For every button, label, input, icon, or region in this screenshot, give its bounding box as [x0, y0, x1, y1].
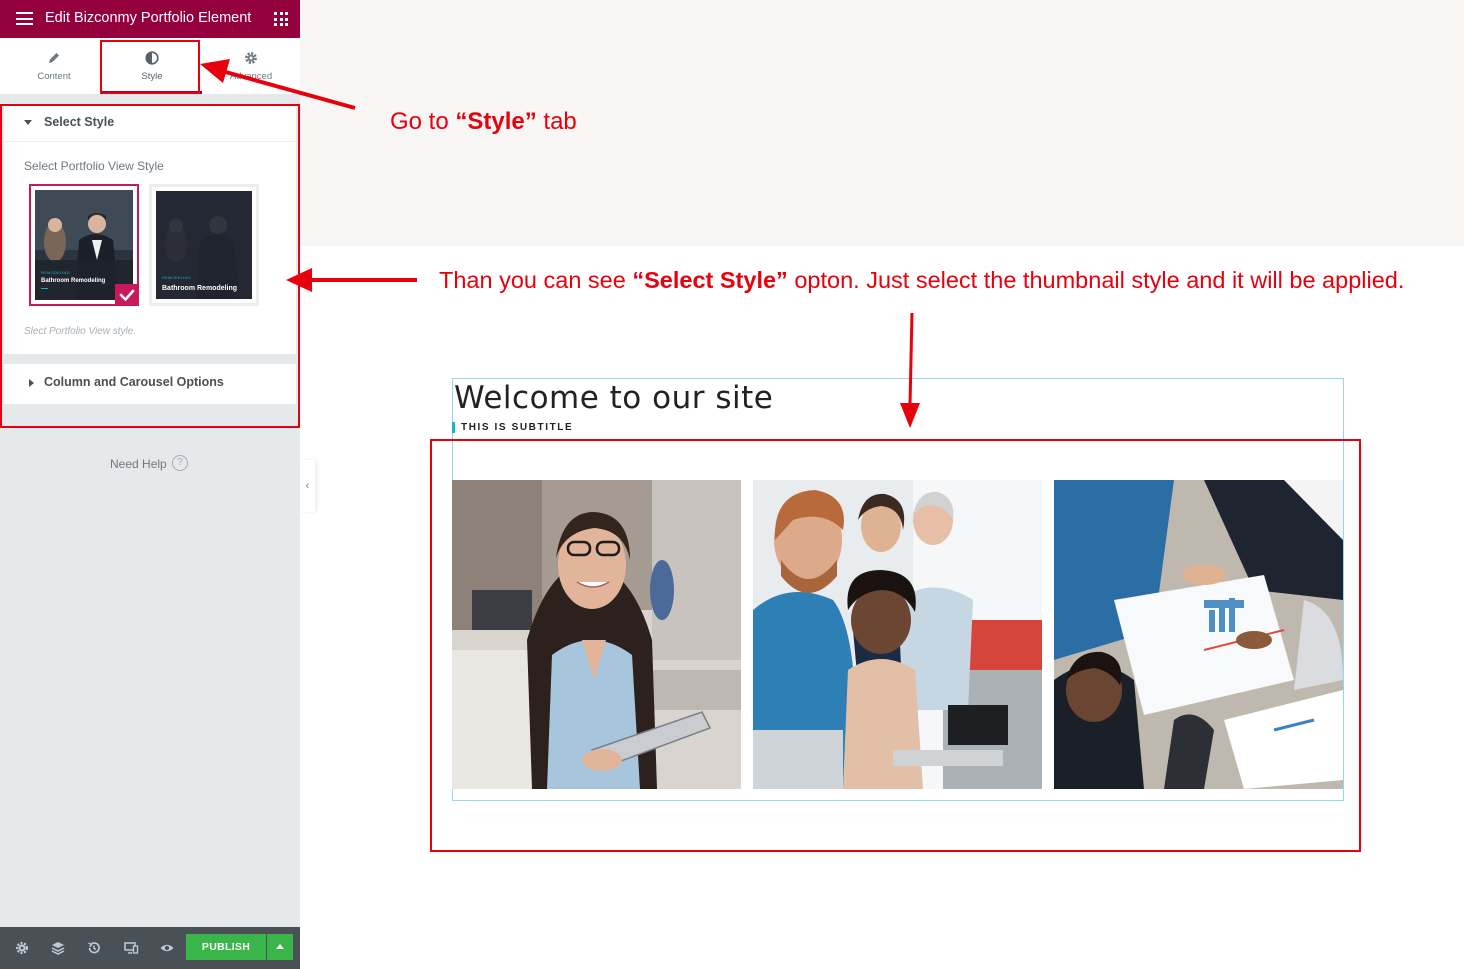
- publish-options-button[interactable]: [267, 934, 293, 960]
- panel-header: Edit Bizconmy Portfolio Element: [0, 0, 300, 38]
- widgets-grid-icon[interactable]: [274, 12, 288, 26]
- subtitle-accent-bar: [452, 422, 455, 433]
- annotation-step-1-suffix: tab: [536, 108, 577, 135]
- preview-eye-icon[interactable]: [159, 940, 175, 956]
- tab-content[interactable]: Content: [4, 38, 104, 94]
- highlight-select-style-section: [0, 104, 300, 428]
- site-title: Welcome to our site: [454, 380, 774, 416]
- layers-icon[interactable]: [50, 940, 66, 956]
- gear-icon: [245, 52, 257, 64]
- annotation-step-1-bold: “Style”: [455, 108, 537, 135]
- annotation-step-2-bold: “Select Style”: [632, 267, 788, 293]
- tab-content-label: Content: [37, 71, 71, 82]
- panel-title: Edit Bizconmy Portfolio Element: [45, 10, 252, 26]
- annotation-step-2-suffix: opton. Just select the thumbnail style a…: [787, 267, 1405, 293]
- highlight-style-tab: [100, 40, 200, 94]
- arrow-to-select-style: [286, 268, 417, 292]
- tab-advanced[interactable]: Advanced: [201, 38, 301, 94]
- annotation-step-2-prefix: Than you can see: [439, 267, 633, 293]
- pencil-icon: [49, 53, 59, 63]
- caret-up-icon: [276, 944, 284, 949]
- highlight-portfolio-preview: [430, 439, 1361, 852]
- site-subtitle: THIS IS SUBTITLE: [461, 422, 574, 433]
- need-help-link[interactable]: Need Help: [110, 457, 167, 471]
- screen: Edit Bizconmy Portfolio Element Content …: [0, 0, 1464, 969]
- question-circle-icon[interactable]: ?: [172, 455, 188, 471]
- annotation-step-1: Go to “Style” tab: [390, 108, 577, 136]
- annotation-step-2: Than you can see “Select Style” opton. J…: [439, 267, 1404, 294]
- responsive-icon[interactable]: [123, 940, 139, 956]
- annotation-step-1-prefix: Go to: [390, 108, 456, 135]
- menu-icon[interactable]: [16, 12, 33, 25]
- tab-advanced-label: Advanced: [229, 71, 273, 82]
- publish-button[interactable]: PUBLISH: [186, 934, 266, 960]
- collapse-panel-button[interactable]: ‹: [300, 460, 315, 512]
- settings-icon[interactable]: [14, 940, 30, 956]
- history-icon[interactable]: [86, 940, 102, 956]
